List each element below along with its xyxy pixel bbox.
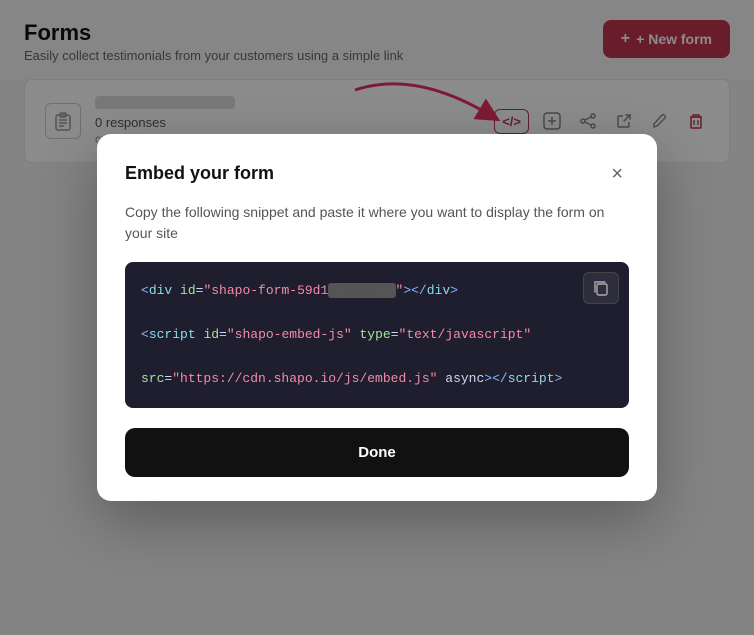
page-wrapper: Forms Easily collect testimonials from y…	[0, 0, 754, 635]
code-content: <div id="shapo-form-59d1xxxx"></div> <sc…	[141, 280, 613, 390]
done-label: Done	[358, 444, 396, 461]
copy-button[interactable]	[583, 272, 619, 304]
code-line-1: <div id="shapo-form-59d1xxxx"></div>	[141, 280, 613, 302]
modal-close-button[interactable]: ×	[605, 162, 629, 186]
modal-title: Embed your form	[125, 163, 274, 184]
close-icon: ×	[611, 163, 623, 185]
modal-description: Copy the following snippet and paste it …	[125, 202, 629, 244]
done-button[interactable]: Done	[125, 428, 629, 477]
code-line-3: src="https://cdn.shapo.io/js/embed.js" a…	[141, 368, 613, 390]
copy-icon	[592, 279, 610, 297]
embed-modal: Embed your form × Copy the following sni…	[97, 134, 657, 501]
code-line-2: <script id="shapo-embed-js" type="text/j…	[141, 324, 613, 346]
code-block: <div id="shapo-form-59d1xxxx"></div> <sc…	[125, 262, 629, 408]
modal-header: Embed your form ×	[125, 162, 629, 186]
modal-overlay: Embed your form × Copy the following sni…	[0, 0, 754, 635]
